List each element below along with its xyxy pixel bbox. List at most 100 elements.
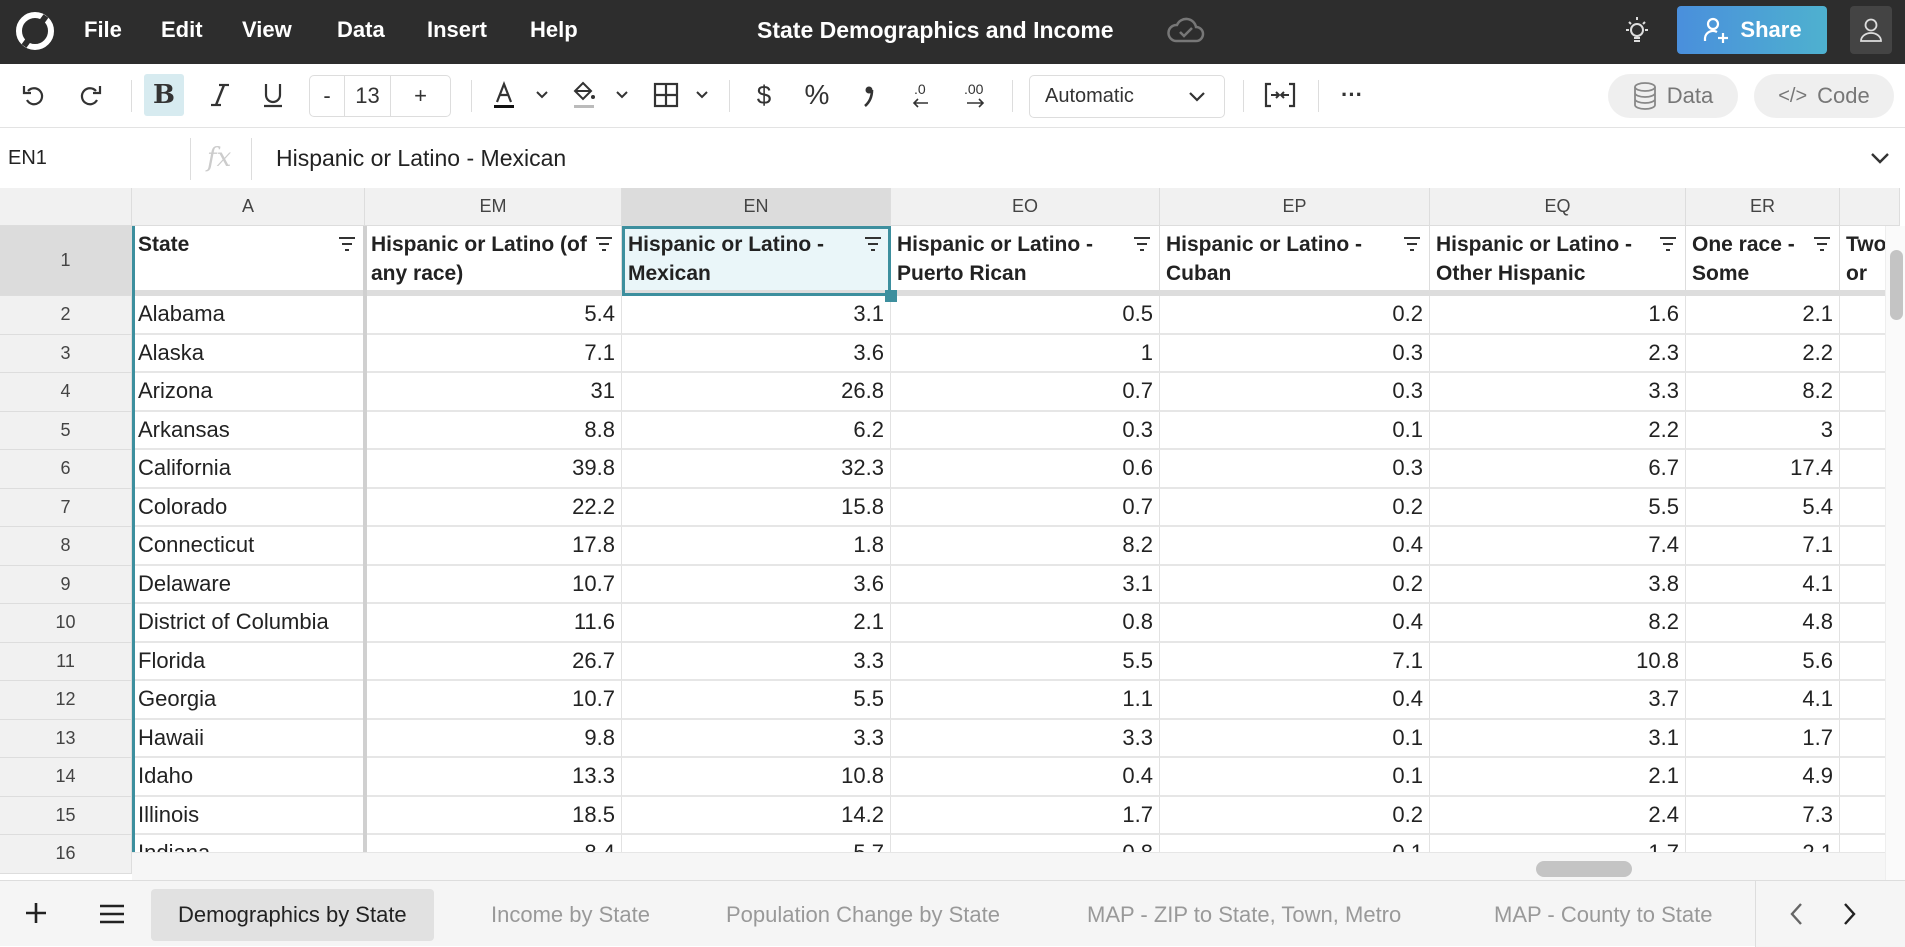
header-cell-a[interactable]: State (132, 226, 365, 296)
table-cell[interactable]: 6.7 (1430, 450, 1686, 489)
table-cell[interactable]: 2.1 (622, 604, 891, 643)
table-cell[interactable]: 3.7 (1430, 681, 1686, 720)
table-cell[interactable]: 3.8 (1430, 565, 1686, 604)
vertical-scrollbar[interactable] (1885, 226, 1905, 880)
menu-help[interactable]: Help (530, 0, 578, 64)
table-cell[interactable]: 5.5 (1430, 488, 1686, 527)
table-cell[interactable]: Idaho (132, 758, 365, 797)
italic-button[interactable] (200, 74, 240, 116)
header-cell-er[interactable]: One race - Some (1686, 226, 1840, 296)
table-cell[interactable]: 0.2 (1160, 796, 1430, 835)
row-header[interactable]: 6 (0, 450, 132, 489)
table-cell[interactable]: 0.3 (1160, 373, 1430, 412)
table-cell[interactable]: 0.2 (1160, 296, 1430, 335)
document-title[interactable]: State Demographics and Income (757, 0, 1114, 64)
table-cell[interactable]: Connecticut (132, 527, 365, 566)
menu-file[interactable]: File (84, 0, 122, 64)
table-cell[interactable]: 2.2 (1686, 334, 1840, 373)
row-header[interactable]: 7 (0, 488, 132, 527)
column-header-next[interactable] (1840, 188, 1900, 226)
table-cell[interactable]: 3.6 (622, 565, 891, 604)
table-cell[interactable]: 3 (1686, 411, 1840, 450)
menu-insert[interactable]: Insert (427, 0, 487, 64)
table-cell[interactable]: 0.7 (891, 488, 1160, 527)
selection-fill-handle[interactable] (885, 290, 897, 302)
table-cell[interactable]: 1.7 (891, 796, 1160, 835)
header-cell-eq[interactable]: Hispanic or Latino - Other Hispanic (1430, 226, 1686, 296)
sheet-list-icon[interactable] (96, 899, 128, 929)
table-cell[interactable]: 7.3 (1686, 796, 1840, 835)
horizontal-scroll-thumb[interactable] (1536, 861, 1632, 877)
table-cell[interactable]: 5.5 (891, 642, 1160, 681)
table-cell[interactable]: 8.8 (365, 411, 622, 450)
data-panel-button[interactable]: Data (1608, 74, 1738, 118)
table-cell[interactable]: 0.1 (1160, 758, 1430, 797)
filter-icon[interactable] (1813, 236, 1831, 252)
table-cell[interactable]: 39.8 (365, 450, 622, 489)
font-size-input[interactable]: 13 (345, 76, 391, 116)
header-cell-em[interactable]: Hispanic or Latino (of any race) (365, 226, 622, 296)
table-cell[interactable]: 10.8 (622, 758, 891, 797)
table-cell[interactable]: Illinois (132, 796, 365, 835)
fill-color-button[interactable] (567, 74, 601, 116)
more-options-button[interactable]: ··· (1334, 74, 1370, 116)
column-header-em[interactable]: EM (365, 188, 622, 226)
sheet-tab-population-change[interactable]: Population Change by State (726, 889, 1000, 941)
menu-data[interactable]: Data (337, 0, 385, 64)
sheet-tab-map-zip[interactable]: MAP - ZIP to State, Town, Metro (1087, 889, 1401, 941)
table-cell[interactable]: 0.7 (891, 373, 1160, 412)
table-cell[interactable]: 26.8 (622, 373, 891, 412)
app-logo-icon[interactable] (16, 12, 54, 50)
chevron-left-icon[interactable] (1788, 901, 1806, 927)
table-cell[interactable]: 7.1 (1686, 527, 1840, 566)
column-header-er[interactable]: ER (1686, 188, 1840, 226)
table-cell[interactable]: 14.2 (622, 796, 891, 835)
table-cell[interactable]: 5.5 (622, 681, 891, 720)
table-cell[interactable]: 26.7 (365, 642, 622, 681)
text-color-button[interactable] (487, 74, 521, 116)
table-cell[interactable]: 8.2 (1686, 373, 1840, 412)
table-cell[interactable]: 6.2 (622, 411, 891, 450)
header-cell-ep[interactable]: Hispanic or Latino - Cuban (1160, 226, 1430, 296)
table-cell[interactable]: 0.4 (1160, 681, 1430, 720)
table-cell[interactable]: 8.2 (1430, 604, 1686, 643)
table-cell[interactable]: Alabama (132, 296, 365, 335)
row-header[interactable]: 16 (0, 835, 132, 874)
share-button[interactable]: Share (1677, 6, 1827, 54)
decrease-decimal-button[interactable]: .0 (903, 74, 939, 116)
table-cell[interactable]: 4.8 (1686, 604, 1840, 643)
menu-edit[interactable]: Edit (161, 0, 203, 64)
table-cell[interactable]: 2.4 (1430, 796, 1686, 835)
filter-icon[interactable] (1403, 236, 1421, 252)
table-cell[interactable]: 5.4 (365, 296, 622, 335)
sheet-tab-demographics-by-state[interactable]: Demographics by State (151, 889, 434, 941)
fill-color-dropdown[interactable] (610, 74, 634, 116)
table-cell[interactable]: 1.8 (622, 527, 891, 566)
table-cell[interactable]: 1.6 (1430, 296, 1686, 335)
table-cell[interactable]: California (132, 450, 365, 489)
table-cell[interactable]: 11.6 (365, 604, 622, 643)
table-cell[interactable]: 0.5 (891, 296, 1160, 335)
table-cell[interactable]: 3.3 (622, 642, 891, 681)
table-cell[interactable]: 22.2 (365, 488, 622, 527)
table-cell[interactable]: 0.4 (1160, 604, 1430, 643)
table-cell[interactable]: 1 (891, 334, 1160, 373)
increase-decimal-button[interactable]: .00 (956, 74, 996, 116)
table-cell[interactable]: 7.4 (1430, 527, 1686, 566)
sheet-tab-map-county[interactable]: MAP - County to State (1494, 889, 1712, 941)
row-header[interactable]: 9 (0, 565, 132, 604)
redo-button[interactable] (72, 74, 108, 116)
table-cell[interactable]: 3.3 (622, 719, 891, 758)
account-button[interactable] (1850, 6, 1892, 54)
table-cell[interactable]: 17.4 (1686, 450, 1840, 489)
table-cell[interactable]: 0.4 (1160, 527, 1430, 566)
table-cell[interactable]: 0.8 (891, 604, 1160, 643)
table-cell[interactable]: 13.3 (365, 758, 622, 797)
lightbulb-icon[interactable] (1620, 14, 1654, 48)
header-cell-en[interactable]: Hispanic or Latino - Mexican (622, 226, 891, 296)
table-cell[interactable]: 7.1 (365, 334, 622, 373)
table-cell[interactable]: 0.3 (1160, 334, 1430, 373)
row-header[interactable]: 4 (0, 373, 132, 412)
undo-button[interactable] (16, 74, 52, 116)
column-header-a[interactable]: A (132, 188, 365, 226)
